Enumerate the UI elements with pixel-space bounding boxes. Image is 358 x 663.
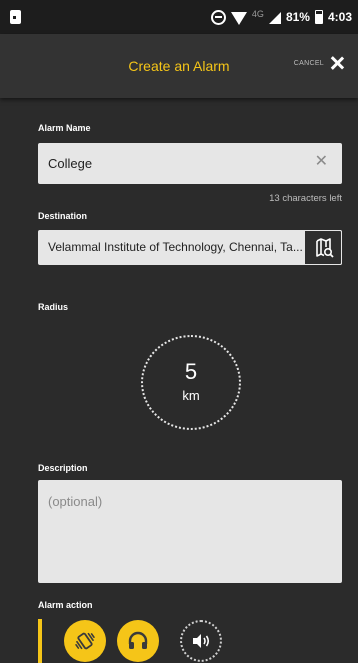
network-type: 4G bbox=[251, 9, 264, 19]
alarm-name-value: College bbox=[48, 156, 93, 171]
speaker-icon bbox=[193, 634, 210, 648]
wifi-icon bbox=[230, 11, 247, 25]
clear-icon[interactable]: ✕ bbox=[315, 154, 328, 170]
map-search-icon bbox=[316, 238, 334, 258]
destination-label: Destination bbox=[38, 211, 88, 221]
alarm-action-accent bbox=[38, 619, 42, 663]
status-icons: 4G 81% 4:03 bbox=[210, 8, 352, 26]
cancel-button[interactable]: CANCEL bbox=[294, 56, 344, 70]
status-bar: 4G 81% 4:03 bbox=[0, 0, 358, 34]
headphones-toggle[interactable] bbox=[117, 620, 159, 662]
alarm-name-input[interactable]: College ✕ bbox=[38, 143, 342, 184]
close-icon[interactable] bbox=[330, 56, 344, 70]
destination-value: Velammal Institute of Technology, Chenna… bbox=[48, 240, 303, 254]
radius-value: 5 bbox=[184, 359, 198, 384]
destination-input[interactable]: Velammal Institute of Technology, Chenna… bbox=[38, 230, 342, 265]
speaker-toggle[interactable] bbox=[180, 620, 222, 662]
radius-label: Radius bbox=[38, 302, 69, 312]
signal-icon bbox=[268, 12, 281, 24]
radius-selector[interactable]: 5 km bbox=[141, 335, 241, 430]
character-counter: 13 characters left bbox=[269, 193, 342, 204]
headphones-icon bbox=[128, 631, 148, 649]
cancel-label: CANCEL bbox=[293, 59, 324, 67]
map-search-button[interactable] bbox=[304, 230, 342, 265]
alarm-action-label: Alarm action bbox=[38, 600, 93, 610]
description-input[interactable]: (optional) bbox=[38, 480, 342, 583]
description-label: Description bbox=[38, 463, 88, 473]
battery-percent: 81% bbox=[285, 10, 310, 24]
notification-icon bbox=[10, 10, 21, 24]
app-header: Create an Alarm CANCEL bbox=[0, 34, 358, 98]
battery-icon bbox=[314, 10, 323, 24]
vibrate-icon bbox=[75, 632, 95, 650]
clock: 4:03 bbox=[327, 10, 352, 24]
alarm-name-label: Alarm Name bbox=[38, 123, 91, 133]
description-placeholder: (optional) bbox=[48, 494, 103, 509]
do-not-disturb-icon bbox=[210, 9, 226, 25]
radius-unit: km bbox=[182, 388, 200, 403]
vibrate-toggle[interactable] bbox=[64, 620, 106, 662]
